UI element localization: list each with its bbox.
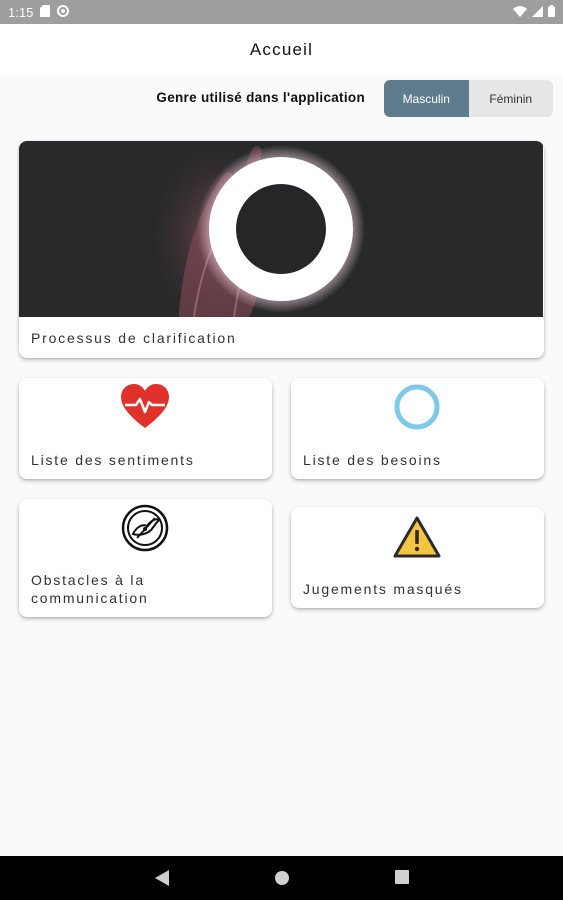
card-jugements[interactable]: Jugements masqués xyxy=(291,507,544,608)
card-clarification-label: Processus de clarification xyxy=(31,330,237,346)
status-bar: 1:15 xyxy=(0,0,563,24)
system-nav-bar xyxy=(0,856,563,900)
signal-icon xyxy=(532,5,543,20)
card-obstacles[interactable]: Obstacles à la communication xyxy=(19,499,272,617)
gender-label: Genre utilisé dans l'application xyxy=(156,90,365,105)
card-sentiments-label: Liste des sentiments xyxy=(31,452,195,468)
card-jugements-label: Jugements masqués xyxy=(303,581,463,597)
sync-icon xyxy=(57,4,70,20)
gender-option-feminin[interactable]: Féminin xyxy=(468,80,553,117)
app-bar: Accueil xyxy=(0,24,563,76)
card-obstacles-label-line1: Obstacles à la xyxy=(31,572,145,588)
page-title: Accueil xyxy=(249,40,314,59)
sd-card-icon xyxy=(40,4,51,20)
ring-light-image xyxy=(19,141,543,317)
card-besoins-label: Liste des besoins xyxy=(303,452,442,468)
gender-selector-row: Genre utilisé dans l'application Masculi… xyxy=(0,80,563,118)
warning-icon xyxy=(393,515,441,564)
battery-icon xyxy=(548,4,555,20)
gender-option-masculin[interactable]: Masculin xyxy=(384,80,469,117)
home-icon[interactable] xyxy=(274,870,290,891)
back-icon[interactable] xyxy=(155,870,169,891)
card-clarification[interactable]: Processus de clarification xyxy=(19,141,544,358)
circle-icon xyxy=(393,383,441,436)
gender-toggle: Masculin Féminin xyxy=(384,80,553,117)
recents-icon[interactable] xyxy=(395,870,409,889)
wifi-icon xyxy=(513,5,527,20)
card-obstacles-label-line2: communication xyxy=(31,590,149,606)
card-sentiments[interactable]: Liste des sentiments xyxy=(19,378,272,479)
heart-pulse-icon xyxy=(121,384,169,435)
card-besoins[interactable]: Liste des besoins xyxy=(291,378,544,479)
obstacle-icon xyxy=(121,504,169,557)
status-time: 1:15 xyxy=(8,4,34,20)
